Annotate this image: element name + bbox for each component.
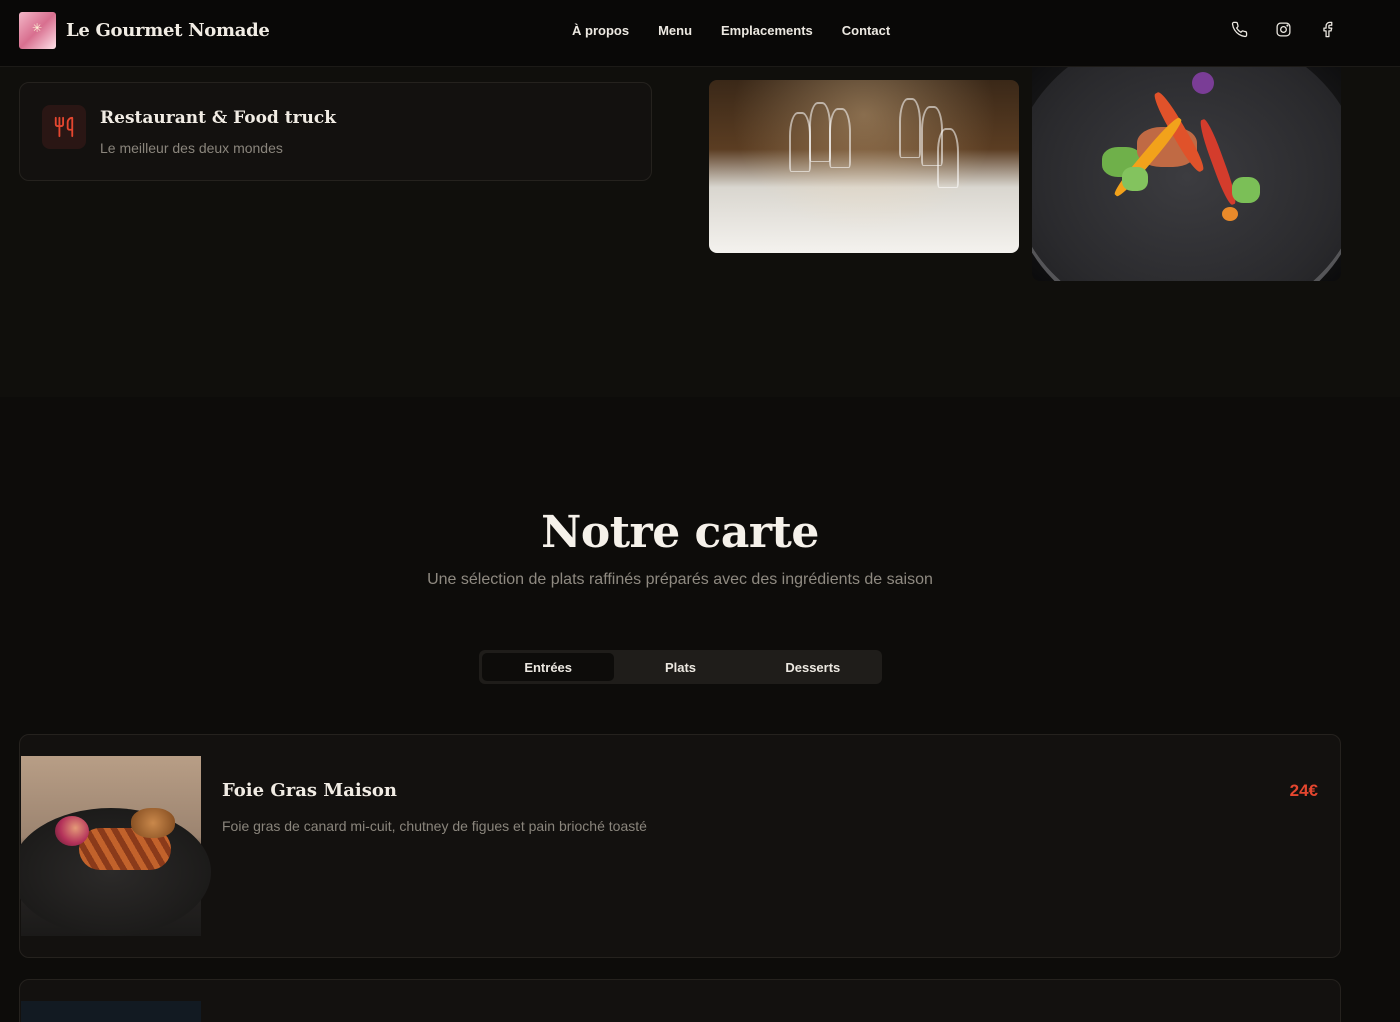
tab-desserts[interactable]: Desserts [747,653,879,681]
nav-link-menu[interactable]: Menu [658,23,692,38]
dish-price: 24€ [1289,781,1318,800]
facebook-icon[interactable] [1319,21,1336,38]
restaurant-table-photo [709,80,1019,253]
feature-title: Restaurant & Food truck [100,108,337,128]
social-links [1231,21,1336,38]
tab-plats[interactable]: Plats [614,653,746,681]
dish-name: Foie Gras Maison [222,780,397,801]
dish-image [21,1001,201,1022]
nav-link-emplacements[interactable]: Emplacements [721,23,813,38]
main-nav: À propos Menu Emplacements Contact [572,23,890,38]
gourmet-dish-photo [1032,67,1341,281]
brand-name[interactable]: Le Gourmet Nomade [66,20,270,41]
dish-card[interactable]: Foie Gras Maison Foie gras de canard mi-… [19,734,1341,958]
feature-card: Restaurant & Food truck Le meilleur des … [19,82,652,181]
tab-entrees[interactable]: Entrées [482,653,615,681]
nav-link-contact[interactable]: Contact [842,23,890,38]
utensils-icon [42,105,86,149]
menu-section-subtitle: Une sélection de plats raffinés préparés… [427,571,933,588]
brand-logo[interactable] [19,12,56,49]
dish-description: Foie gras de canard mi-cuit, chutney de … [222,818,647,834]
menu-section-title: Notre carte [541,507,819,558]
site-header: Le Gourmet Nomade À propos Menu Emplacem… [0,0,1400,67]
dish-card-next[interactable] [19,979,1341,1022]
menu-tabs: Entrées Plats Desserts [479,650,882,684]
feature-subtitle: Le meilleur des deux mondes [100,140,283,156]
dish-image [20,756,211,936]
nav-link-a-propos[interactable]: À propos [572,23,629,38]
instagram-icon[interactable] [1275,21,1292,38]
phone-icon[interactable] [1231,21,1248,38]
